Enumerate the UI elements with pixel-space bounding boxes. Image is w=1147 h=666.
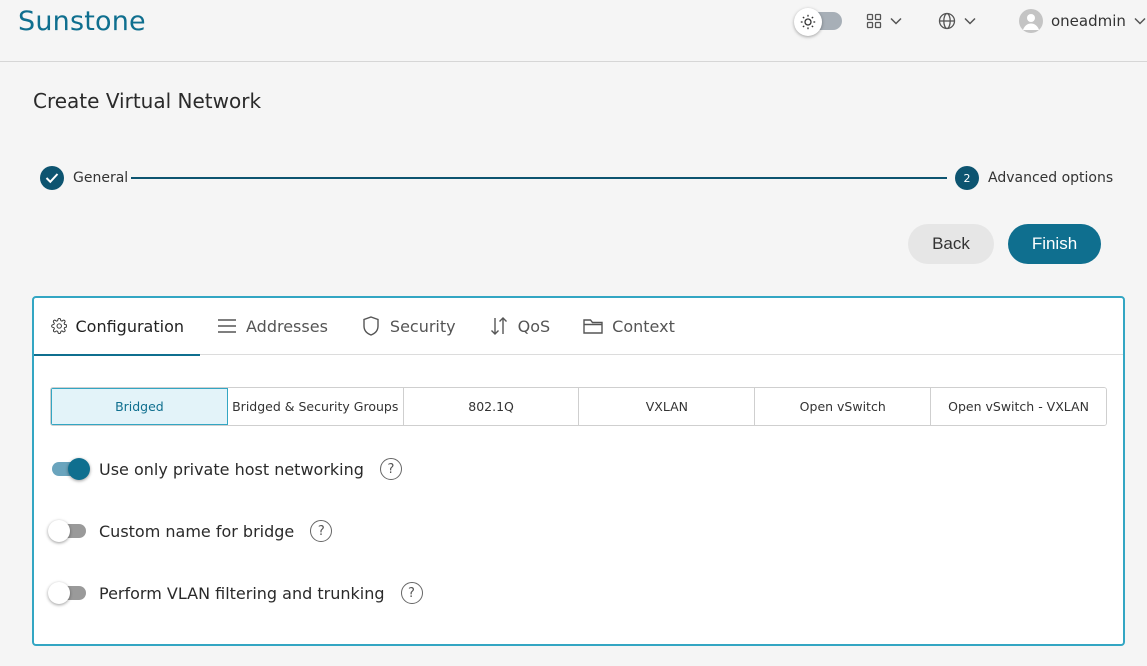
tab-addresses[interactable]: Addresses bbox=[200, 298, 344, 355]
sun-icon bbox=[794, 8, 822, 36]
sort-arrows-icon bbox=[490, 317, 507, 335]
tab-context[interactable]: Context bbox=[566, 298, 691, 355]
tab-label: Addresses bbox=[246, 316, 328, 336]
mode-vxlan[interactable]: VXLAN bbox=[579, 388, 756, 425]
user-menu-button[interactable]: oneadmin bbox=[1019, 9, 1146, 33]
toggle-thumb bbox=[68, 458, 90, 480]
option-label: Perform VLAN filtering and trunking bbox=[99, 583, 385, 603]
theme-toggle[interactable] bbox=[794, 8, 842, 36]
step-advanced-options[interactable]: 2 Advanced options bbox=[955, 166, 1113, 190]
tab-configuration[interactable]: Configuration bbox=[34, 298, 200, 356]
user-avatar-icon bbox=[1019, 9, 1043, 33]
mode-bridged-security-groups[interactable]: Bridged & Security Groups bbox=[227, 388, 404, 425]
language-menu-button[interactable] bbox=[938, 10, 976, 32]
tab-label: Configuration bbox=[75, 316, 184, 336]
gear-icon bbox=[51, 318, 68, 334]
option-label: Use only private host networking bbox=[99, 459, 364, 479]
list-icon bbox=[218, 319, 236, 333]
step-general[interactable]: General bbox=[40, 166, 128, 190]
help-icon[interactable]: ? bbox=[400, 582, 423, 604]
option-custom-bridge-name: Custom name for bridge ? bbox=[48, 517, 333, 545]
tab-label: Security bbox=[389, 316, 456, 336]
chevron-down-icon bbox=[1134, 17, 1146, 25]
toggle-thumb bbox=[48, 582, 70, 604]
step-label: General bbox=[73, 170, 129, 186]
option-label: Custom name for bridge bbox=[99, 521, 295, 541]
help-icon[interactable]: ? bbox=[379, 458, 402, 480]
option-vlan-filtering: Perform VLAN filtering and trunking ? bbox=[48, 579, 423, 607]
tab-bar: Configuration Addresses Security QoS Con… bbox=[34, 298, 1123, 356]
username: oneadmin bbox=[1051, 12, 1126, 30]
page-title: Create Virtual Network bbox=[33, 89, 262, 113]
mode-open-vswitch[interactable]: Open vSwitch bbox=[755, 388, 932, 425]
network-mode-selector: Bridged Bridged & Security Groups 802.1Q… bbox=[50, 387, 1107, 426]
tab-qos[interactable]: QoS bbox=[472, 298, 567, 355]
step-label: Advanced options bbox=[988, 170, 1114, 186]
finish-button[interactable]: Finish bbox=[1008, 224, 1101, 264]
top-bar: Sunstone oneadmin bbox=[0, 0, 1147, 62]
advanced-options-panel: Configuration Addresses Security QoS Con… bbox=[32, 296, 1125, 646]
stepper-connector bbox=[131, 177, 947, 179]
mode-8021q[interactable]: 802.1Q bbox=[403, 388, 580, 425]
check-icon bbox=[40, 166, 64, 190]
brand-logo[interactable]: Sunstone bbox=[18, 6, 146, 37]
back-button[interactable]: Back bbox=[908, 224, 994, 264]
step-number: 2 bbox=[955, 166, 979, 190]
mode-open-vswitch-vxlan[interactable]: Open vSwitch - VXLAN bbox=[931, 388, 1106, 425]
chevron-down-icon bbox=[890, 17, 902, 25]
mode-bridged[interactable]: Bridged bbox=[51, 388, 228, 425]
shield-icon bbox=[363, 316, 379, 336]
help-icon[interactable]: ? bbox=[310, 520, 333, 542]
toggle-thumb bbox=[48, 520, 70, 542]
tab-label: QoS bbox=[517, 316, 551, 336]
tab-security[interactable]: Security bbox=[344, 298, 472, 355]
tab-label: Context bbox=[612, 316, 675, 336]
apps-grid-icon bbox=[866, 13, 882, 29]
option-private-host-networking: Use only private host networking ? bbox=[48, 455, 402, 483]
apps-menu-button[interactable] bbox=[866, 10, 902, 32]
globe-icon bbox=[938, 12, 956, 30]
private-host-networking-toggle[interactable] bbox=[48, 457, 90, 481]
vlan-filtering-toggle[interactable] bbox=[48, 581, 88, 605]
chevron-down-icon bbox=[964, 17, 976, 25]
folder-icon bbox=[583, 319, 603, 334]
custom-bridge-name-toggle[interactable] bbox=[48, 519, 88, 543]
